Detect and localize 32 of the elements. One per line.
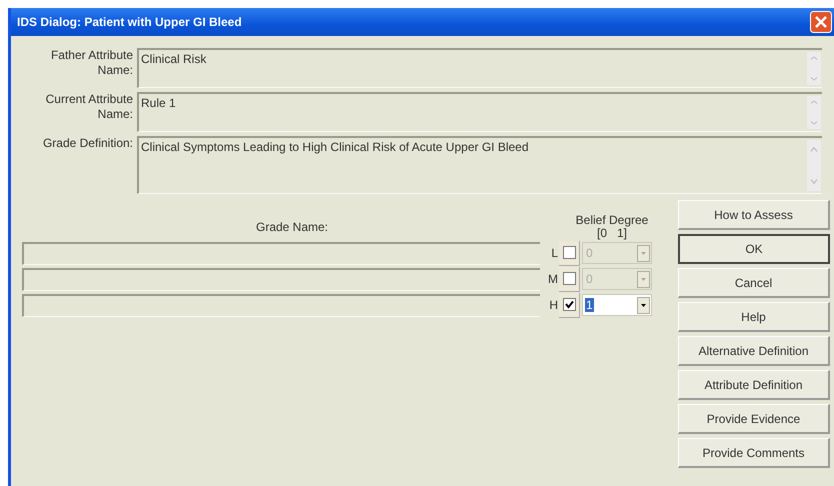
scrollbar-icon [807, 96, 821, 129]
text-area[interactable]: Rule 1 [137, 92, 822, 132]
window-title: IDS Dialog: Patient with Upper GI Bleed [17, 15, 242, 29]
field-label: Grade Definition: [42, 136, 133, 152]
dialog-button[interactable]: Attribute Definition [678, 370, 830, 400]
dialog-button[interactable]: Provide Evidence [678, 404, 830, 434]
field-label: Father Attribute Name: [50, 48, 133, 79]
dialog-button[interactable]: Provide Comments [678, 438, 830, 468]
scrollbar-icon [807, 52, 821, 85]
checkbox[interactable] [562, 298, 576, 311]
grade-letter: M [547, 272, 558, 286]
dialog-button[interactable]: Help [678, 302, 830, 332]
scrollbar-icon [807, 140, 821, 191]
grade-field[interactable] [22, 268, 540, 290]
dialog-button[interactable]: OK [678, 234, 830, 264]
grade-letter: L [550, 246, 558, 260]
grade-field[interactable] [22, 294, 540, 316]
checkbox[interactable] [562, 246, 576, 259]
grade-name-header: Grade Name: [254, 220, 330, 236]
text-area[interactable]: Clinical Symptoms Leading to High Clinical Risk of Acute Upper GI Bleed [137, 136, 822, 194]
text-area[interactable]: Clinical Risk [137, 48, 822, 88]
dialog-button[interactable]: Alternative Definition [678, 336, 830, 366]
range-label: [0 1] [596, 227, 628, 240]
belief-dropdown[interactable]: 1 [582, 294, 652, 316]
grade-field[interactable] [22, 242, 540, 264]
field-label: Current Attribute Name: [44, 92, 133, 123]
dialog-button[interactable]: How to Assess [678, 200, 830, 230]
belief-degree-header: Belief Degree [576, 214, 648, 227]
checkbox[interactable] [562, 272, 576, 285]
grade-letter: H [548, 298, 558, 312]
close-icon[interactable] [810, 11, 832, 33]
dialog-button[interactable]: Cancel [678, 268, 830, 298]
